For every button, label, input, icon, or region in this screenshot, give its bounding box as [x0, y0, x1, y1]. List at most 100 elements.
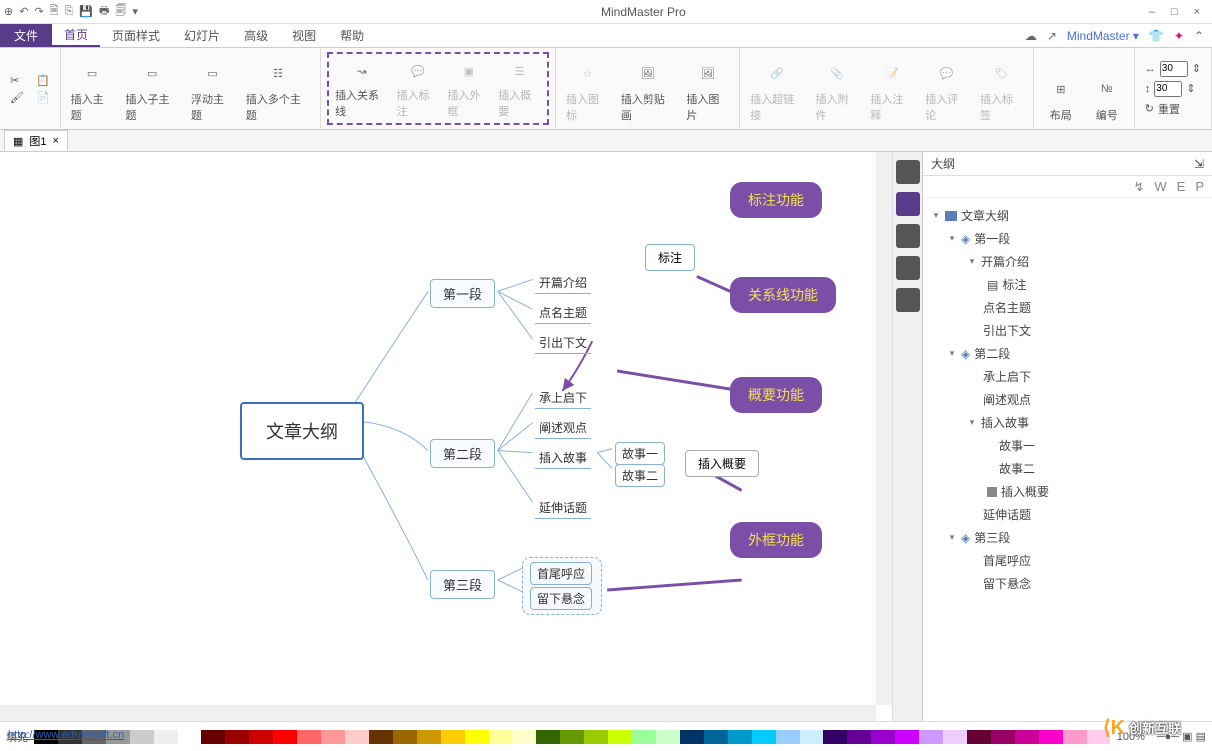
- puzzle-icon[interactable]: ✦: [1174, 29, 1184, 43]
- qat-icon[interactable]: ⊕: [4, 5, 13, 18]
- swatch[interactable]: [273, 730, 297, 744]
- swatch[interactable]: [417, 730, 441, 744]
- mode-p[interactable]: P: [1195, 179, 1204, 194]
- reset-button[interactable]: ↻重置: [1145, 101, 1201, 117]
- mode-w[interactable]: W: [1154, 179, 1166, 194]
- paste-icon[interactable]: 📄: [36, 91, 50, 104]
- print-icon[interactable]: 🖶: [99, 2, 109, 21]
- copy-icon[interactable]: 📋: [36, 74, 50, 87]
- leaf[interactable]: 插入故事: [535, 447, 591, 469]
- pin-icon[interactable]: ⇲: [1194, 157, 1204, 171]
- swatch[interactable]: [321, 730, 345, 744]
- tool-clipart[interactable]: [896, 256, 920, 280]
- swatch[interactable]: [393, 730, 417, 744]
- swatch[interactable]: [776, 730, 800, 744]
- swatch[interactable]: [656, 730, 680, 744]
- tab-help[interactable]: 帮助: [328, 24, 376, 47]
- swatch[interactable]: [800, 730, 824, 744]
- cut-icon[interactable]: ✂: [10, 74, 24, 87]
- brand-link[interactable]: MindMaster ▾: [1067, 29, 1139, 43]
- insert-relationship-button[interactable]: ↝插入关系线: [331, 56, 393, 121]
- swatch[interactable]: [297, 730, 321, 744]
- insert-icon-button[interactable]: ☆插入图标: [562, 52, 613, 125]
- width-input[interactable]: [1160, 61, 1188, 77]
- theme-icon[interactable]: 👕: [1149, 29, 1164, 43]
- swatch[interactable]: [632, 730, 656, 744]
- maximize-button[interactable]: □: [1171, 6, 1178, 18]
- topic-s2[interactable]: 第二段: [430, 439, 495, 468]
- swatch[interactable]: [895, 730, 919, 744]
- floating-topic-button[interactable]: ▭浮动主题: [187, 52, 238, 125]
- insert-tag-button[interactable]: 🏷插入标签: [976, 52, 1027, 125]
- outline-tree[interactable]: ▾文章大纲 ▾◈第一段 ▾开篇介绍 ▤标注 点名主题 引出下文 ▾◈第二段 承上…: [923, 198, 1212, 721]
- callout-node[interactable]: 标注: [645, 244, 695, 271]
- tab-view[interactable]: 视图: [280, 24, 328, 47]
- swatch[interactable]: [871, 730, 895, 744]
- leaf[interactable]: 故事一: [615, 442, 665, 465]
- mode-collapse[interactable]: ↯: [1133, 179, 1144, 195]
- swatch[interactable]: [608, 730, 632, 744]
- tool-icon[interactable]: [896, 224, 920, 248]
- swatch[interactable]: [847, 730, 871, 744]
- swatch[interactable]: [130, 730, 154, 744]
- file-menu[interactable]: 文件: [0, 24, 52, 47]
- swatch[interactable]: [154, 730, 178, 744]
- insert-image-button[interactable]: 🖼插入图片: [682, 52, 733, 125]
- swatch[interactable]: [991, 730, 1015, 744]
- topic-s1[interactable]: 第一段: [430, 279, 495, 308]
- save-icon[interactable]: 💾: [79, 5, 93, 18]
- tool-outline[interactable]: [896, 192, 920, 216]
- swatch[interactable]: [489, 730, 513, 744]
- summary-node[interactable]: 插入概要: [685, 450, 759, 477]
- tab-page-style[interactable]: 页面样式: [100, 24, 172, 47]
- numbering-button[interactable]: №编号: [1086, 52, 1128, 125]
- undo-icon[interactable]: ↶: [19, 5, 28, 18]
- tool-format[interactable]: [896, 160, 920, 184]
- swatch[interactable]: [345, 730, 369, 744]
- topic-s3[interactable]: 第三段: [430, 570, 495, 599]
- leaf[interactable]: 故事二: [615, 464, 665, 487]
- tab-home[interactable]: 首页: [52, 24, 100, 47]
- insert-hyperlink-button[interactable]: 🔗插入超链接: [746, 52, 807, 125]
- insert-multi-topic-button[interactable]: ☷插入多个主题: [242, 52, 314, 125]
- swatch[interactable]: [249, 730, 273, 744]
- leaf[interactable]: 阐述观点: [535, 417, 591, 439]
- swatch[interactable]: [441, 730, 465, 744]
- vertical-scrollbar[interactable]: [876, 152, 892, 705]
- insert-subtopic-button[interactable]: ▭插入子主题: [121, 52, 183, 125]
- leaf[interactable]: 首尾呼应: [530, 562, 592, 585]
- swatch[interactable]: [225, 730, 249, 744]
- canvas[interactable]: 文章大纲 第一段 开篇介绍 点名主题 引出下文 标注 第二段 承上启下 阐述观点…: [0, 152, 876, 705]
- central-topic[interactable]: 文章大纲: [240, 402, 364, 460]
- color-palette[interactable]: [34, 730, 1111, 744]
- swatch[interactable]: [728, 730, 752, 744]
- insert-summary-button[interactable]: ☰插入概要: [494, 56, 545, 121]
- swatch[interactable]: [823, 730, 847, 744]
- swatch[interactable]: [178, 730, 202, 744]
- insert-topic-button[interactable]: ▭插入主题: [67, 52, 118, 125]
- cloud-icon[interactable]: ☁: [1025, 29, 1037, 43]
- insert-note-button[interactable]: 📝插入注释: [866, 52, 917, 125]
- swatch[interactable]: [201, 730, 225, 744]
- leaf[interactable]: 引出下文: [535, 332, 591, 354]
- horizontal-scrollbar[interactable]: [0, 705, 876, 721]
- tab-slideshow[interactable]: 幻灯片: [172, 24, 232, 47]
- document-tab[interactable]: ▦ 图1 ×: [4, 130, 68, 151]
- open-icon[interactable]: ⎘: [65, 5, 74, 18]
- height-input[interactable]: [1154, 81, 1182, 97]
- footer-link[interactable]: http://www.edrawsoft.cn: [8, 729, 124, 741]
- swatch[interactable]: [1015, 730, 1039, 744]
- mode-e[interactable]: E: [1177, 179, 1186, 194]
- tool-task[interactable]: [896, 288, 920, 312]
- swatch[interactable]: [967, 730, 991, 744]
- close-tab-icon[interactable]: ×: [53, 135, 59, 147]
- leaf[interactable]: 承上启下: [535, 387, 591, 409]
- swatch[interactable]: [512, 730, 536, 744]
- export-icon[interactable]: 🗐: [115, 2, 126, 21]
- layout-button[interactable]: ⊞布局: [1040, 52, 1082, 125]
- swatch[interactable]: [919, 730, 943, 744]
- swatch[interactable]: [465, 730, 489, 744]
- insert-boundary-button[interactable]: ▣插入外框: [443, 56, 494, 121]
- swatch[interactable]: [369, 730, 393, 744]
- insert-comment-button[interactable]: 💬插入评论: [921, 52, 972, 125]
